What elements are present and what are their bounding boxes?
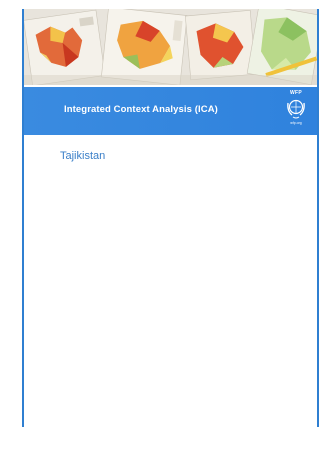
wfp-logo: WFP wfp.org xyxy=(284,90,308,132)
country-name: Tajikistan xyxy=(60,150,106,162)
logo-url: wfp.org xyxy=(290,121,302,125)
title-banner: Integrated Context Analysis (ICA) WFP wf… xyxy=(24,87,317,135)
document-title: Integrated Context Analysis (ICA) xyxy=(64,104,218,115)
logo-acronym: WFP xyxy=(289,90,302,96)
document-page: Integrated Context Analysis (ICA) WFP wf… xyxy=(22,9,319,427)
wfp-emblem-icon xyxy=(287,99,305,119)
maps-photo-image xyxy=(24,9,317,85)
hero-maps-photo xyxy=(24,9,317,85)
